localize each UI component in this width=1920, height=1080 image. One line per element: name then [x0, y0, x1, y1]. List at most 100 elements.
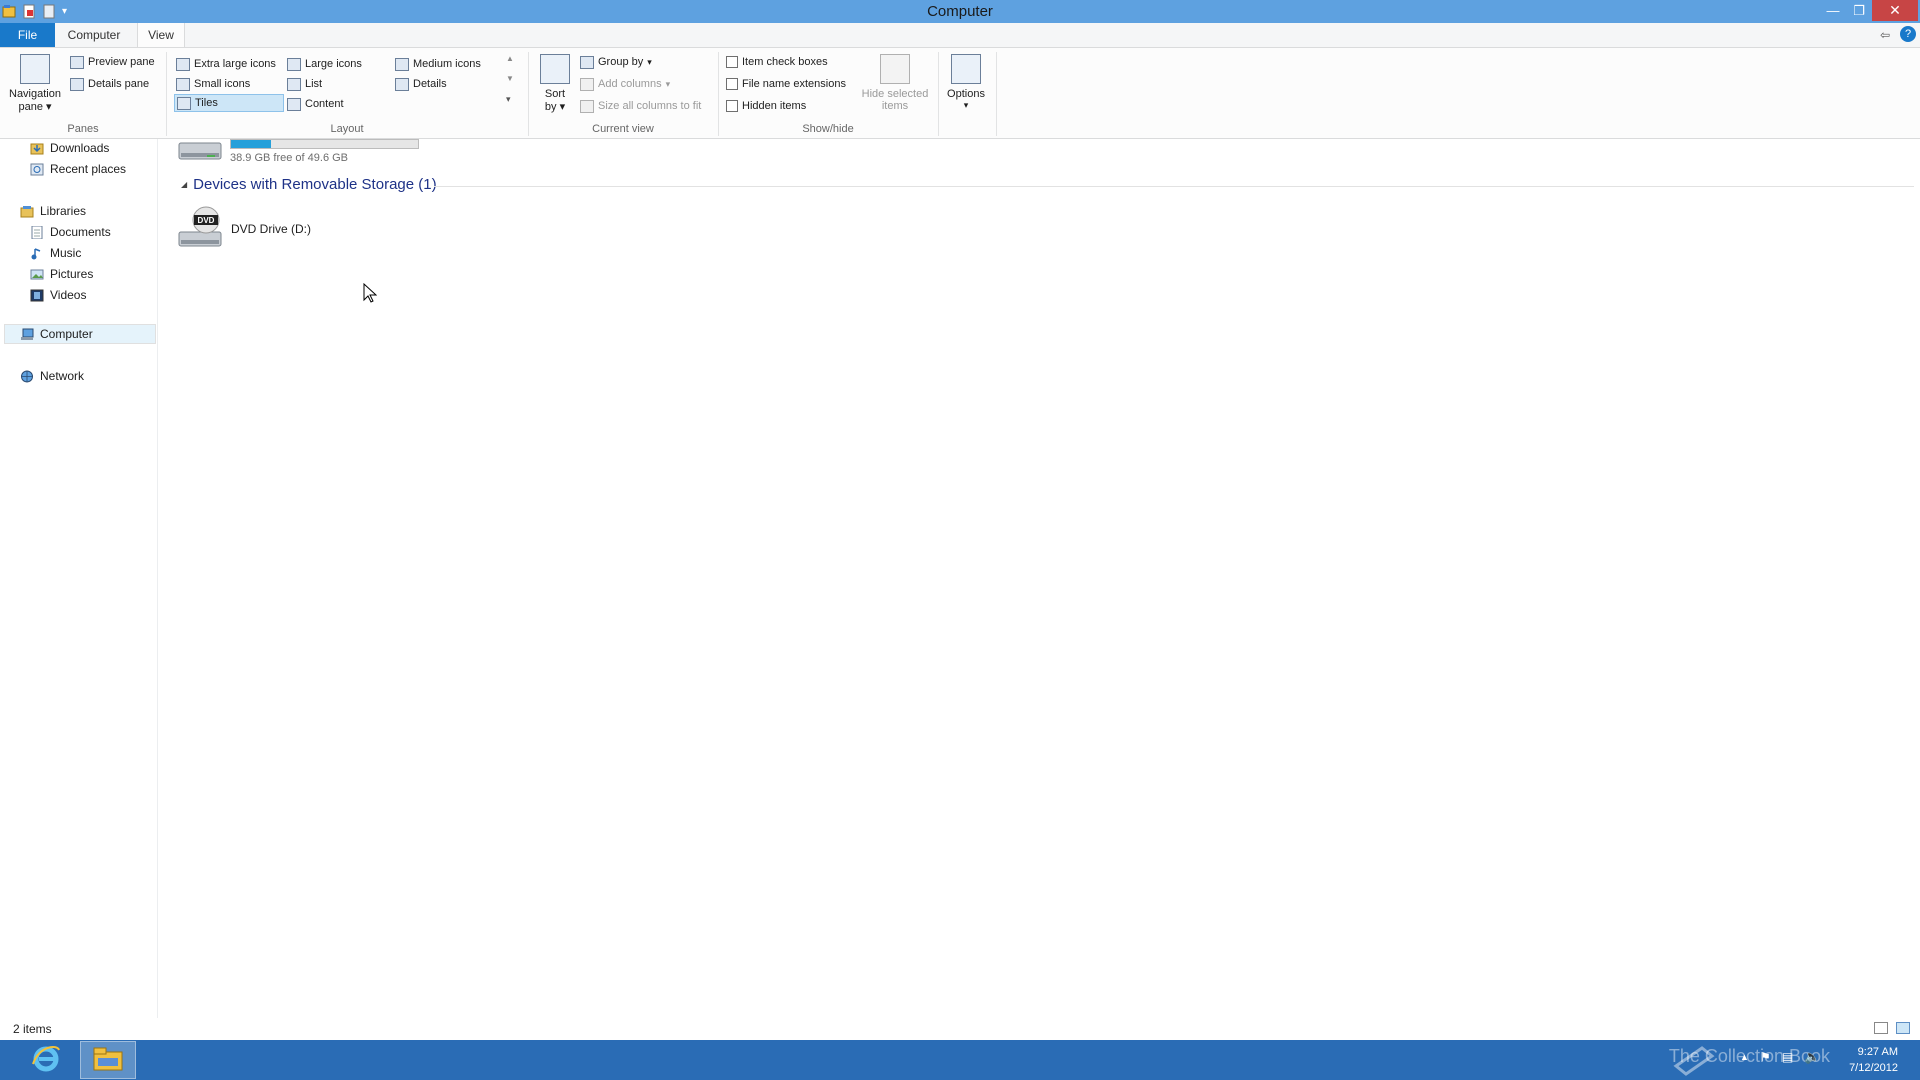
checkbox[interactable]	[726, 100, 738, 112]
layout-scroll-down-icon[interactable]: ▼	[506, 74, 514, 83]
group-by-button[interactable]: Group by ▾	[580, 53, 652, 71]
size-columns-icon	[580, 99, 594, 113]
removable-storage-group-title: Devices with Removable Storage (1)	[193, 176, 437, 193]
checkbox[interactable]	[726, 78, 738, 90]
sort-by-line2: by	[544, 101, 557, 113]
small-icons-icon	[176, 77, 190, 91]
layout-list[interactable]: List	[287, 75, 322, 93]
navigation-pane-icon	[20, 54, 50, 84]
chevron-down-icon: ▾	[963, 100, 969, 110]
file-explorer-icon	[92, 1046, 124, 1075]
minimize-button[interactable]: —	[1820, 0, 1846, 21]
add-columns-button[interactable]: Add columns ▾	[580, 75, 670, 93]
details-pane-button[interactable]: Details pane	[70, 75, 149, 93]
recent-places-icon	[30, 163, 44, 176]
details-icon	[395, 77, 409, 91]
tab-file[interactable]: File	[0, 23, 55, 47]
preview-pane-icon	[70, 55, 84, 69]
details-pane-icon	[70, 77, 84, 91]
checkbox[interactable]	[726, 56, 738, 68]
nav-item-network[interactable]: Network	[20, 367, 84, 385]
collapse-triangle-icon[interactable]: ◢	[181, 180, 187, 189]
file-name-extensions-toggle[interactable]: File name extensions	[726, 75, 846, 93]
content-icon	[287, 97, 301, 111]
nav-item-downloads[interactable]: Downloads	[30, 139, 109, 157]
sort-by-button[interactable]: Sort by ▾	[537, 54, 573, 113]
layout-large-icons[interactable]: Large icons	[287, 55, 362, 73]
layout-scroll-up-icon[interactable]: ▲	[506, 54, 514, 63]
sort-by-icon	[540, 54, 570, 84]
layout-expand-icon[interactable]: ▾	[506, 94, 511, 105]
internet-explorer-icon	[31, 1044, 61, 1077]
layout-extra-large-icons[interactable]: Extra large icons	[176, 55, 284, 73]
layout-small-icons[interactable]: Small icons	[176, 75, 250, 93]
nav-item-music[interactable]: Music	[30, 244, 81, 262]
nav-item-computer[interactable]: Computer	[4, 324, 156, 344]
layout-group-label: Layout	[330, 123, 364, 135]
size-all-columns-button[interactable]: Size all columns to fit	[580, 97, 701, 115]
tab-view[interactable]: View	[137, 23, 185, 47]
volume-icon[interactable]: 🔈	[1804, 1049, 1820, 1065]
layout-details[interactable]: Details	[395, 75, 447, 93]
pictures-icon	[30, 268, 44, 281]
item-count: 2 items	[13, 1022, 52, 1036]
details-view-icon[interactable]	[1874, 1022, 1888, 1034]
options-button[interactable]: Options ▾	[942, 54, 990, 111]
computer-icon	[20, 328, 34, 341]
content-area: 38.9 GB free of 49.6 GB ◢ Devices with R…	[159, 139, 1920, 1018]
nav-item-libraries[interactable]: Libraries	[20, 202, 86, 220]
item-check-boxes-toggle[interactable]: Item check boxes	[726, 53, 828, 71]
hidden-items-toggle[interactable]: Hidden items	[726, 97, 806, 115]
minimize-ribbon-icon[interactable]: ⇦	[1880, 28, 1890, 42]
local-disk-tile[interactable]: 38.9 GB free of 49.6 GB	[177, 139, 477, 165]
list-icon	[287, 77, 301, 91]
mouse-cursor-icon	[363, 282, 378, 306]
dvd-drive-tile[interactable]: DVD DVD Drive (D:)	[177, 204, 311, 253]
dvd-drive-label: DVD Drive (D:)	[231, 221, 311, 236]
nav-item-pictures[interactable]: Pictures	[30, 265, 93, 283]
navigation-pane: Downloads Recent places Libraries Docume…	[0, 139, 158, 1018]
close-icon: ✕	[1889, 2, 1901, 18]
panes-group-label: Panes	[67, 123, 99, 135]
network-status-icon[interactable]: ▤	[1782, 1050, 1793, 1064]
hide-selected-icon	[880, 54, 910, 84]
layout-content[interactable]: Content	[287, 95, 344, 113]
status-bar: 2 items	[0, 1018, 1920, 1040]
clock-time: 9:27 AM	[1857, 1046, 1898, 1058]
show-hide-group-label: Show/hide	[802, 123, 854, 135]
taskbar-clock[interactable]: 9:27 AM 7/12/2012	[1849, 1044, 1898, 1076]
libraries-icon	[20, 205, 34, 218]
action-center-flag-icon[interactable]: ⚑	[1760, 1050, 1771, 1064]
removable-storage-group-header[interactable]: ◢ Devices with Removable Storage (1)	[181, 176, 437, 193]
tab-computer[interactable]: Computer	[56, 23, 132, 47]
layout-medium-icons[interactable]: Medium icons	[395, 55, 481, 73]
ribbon: Navigation pane ▾ Preview pane Details p…	[0, 47, 1920, 139]
drive-usage-bar	[230, 139, 419, 149]
title-bar: ▾ Computer — ❐ ✕	[0, 0, 1920, 23]
ribbon-tabs: File Computer View ⇦ ?	[0, 23, 1920, 47]
navigation-pane-button[interactable]: Navigation pane ▾	[5, 54, 65, 113]
restore-icon: ❐	[1853, 2, 1865, 18]
watermark-book-icon	[1672, 1044, 1716, 1080]
dvd-drive-icon: DVD	[177, 204, 223, 253]
close-button[interactable]: ✕	[1872, 0, 1918, 21]
navigation-pane-line2: pane ▾	[18, 101, 52, 113]
large-icons-icon	[287, 57, 301, 71]
extra-large-icons-icon	[176, 57, 190, 71]
large-icons-view-icon[interactable]	[1896, 1022, 1910, 1034]
layout-tiles[interactable]: Tiles	[174, 94, 284, 112]
file-explorer-button[interactable]	[80, 1041, 136, 1079]
downloads-icon	[30, 142, 44, 155]
drive-free-space: 38.9 GB free of 49.6 GB	[230, 152, 349, 164]
internet-explorer-button[interactable]	[22, 1041, 70, 1079]
preview-pane-button[interactable]: Preview pane	[70, 53, 155, 71]
nav-item-recent-places[interactable]: Recent places	[30, 160, 126, 178]
minimize-icon: —	[1826, 3, 1840, 18]
hide-selected-items-button[interactable]: Hide selected items	[858, 54, 932, 112]
taskbar: The Collection Book ▲ ⚑ ▤ 🔈 9:27 AM 7/12…	[0, 1040, 1920, 1080]
nav-item-videos[interactable]: Videos	[30, 286, 86, 304]
restore-button[interactable]: ❐	[1846, 0, 1872, 21]
show-hidden-icons-icon[interactable]: ▲	[1740, 1052, 1749, 1062]
help-icon[interactable]: ?	[1900, 26, 1916, 42]
nav-item-documents[interactable]: Documents	[30, 223, 111, 241]
